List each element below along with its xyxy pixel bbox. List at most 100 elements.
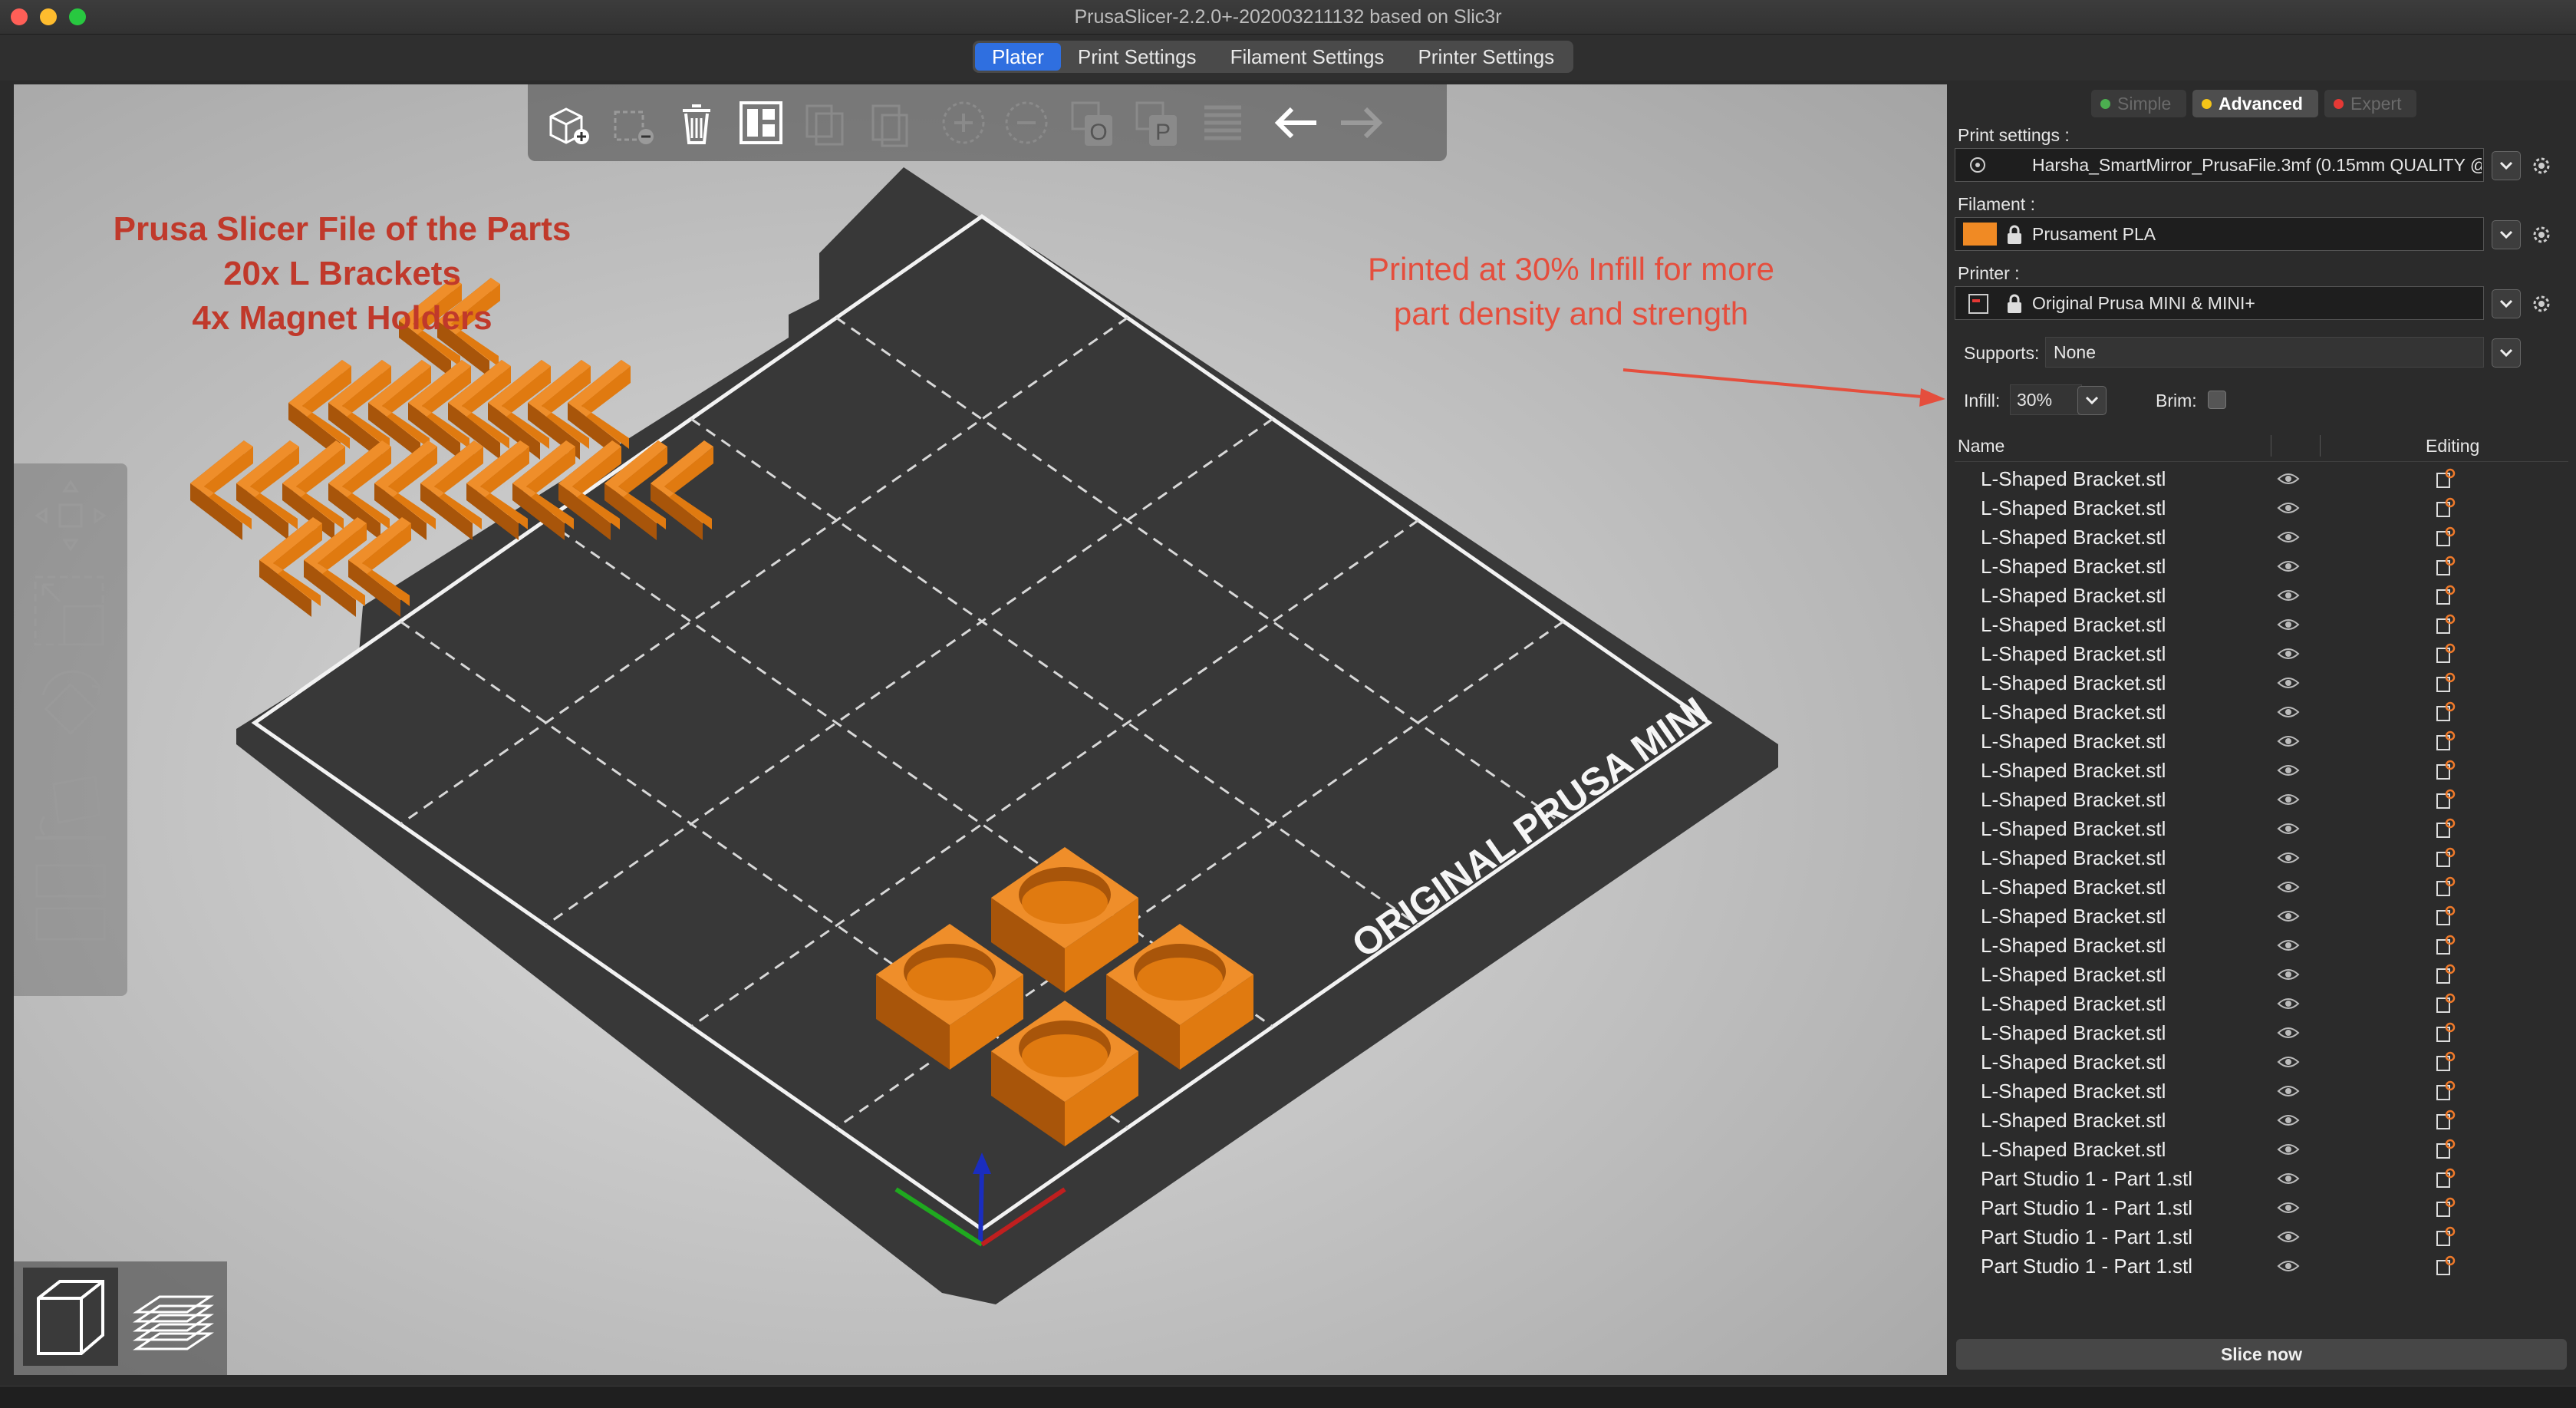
edit-settings-icon[interactable]	[2435, 1022, 2456, 1044]
eye-icon[interactable]	[2277, 1054, 2300, 1070]
list-item[interactable]: L-Shaped Bracket.stl	[1955, 814, 2568, 843]
add-object-icon[interactable]	[540, 95, 595, 150]
print-settings-dropdown[interactable]	[2492, 151, 2521, 180]
eye-icon[interactable]	[2277, 734, 2300, 749]
edit-settings-icon[interactable]	[2435, 701, 2456, 723]
redo-icon[interactable]	[1333, 95, 1388, 150]
list-item[interactable]: L-Shaped Bracket.stl	[1955, 1077, 2568, 1106]
edit-settings-icon[interactable]	[2435, 935, 2456, 956]
eye-icon[interactable]	[2277, 763, 2300, 778]
eye-icon[interactable]	[2277, 646, 2300, 661]
list-item[interactable]: L-Shaped Bracket.stl	[1955, 1047, 2568, 1077]
eye-icon[interactable]	[2277, 1229, 2300, 1245]
cut-icon[interactable]	[26, 858, 115, 947]
eye-icon[interactable]	[2277, 908, 2300, 924]
supports-dropdown[interactable]	[2492, 338, 2521, 368]
eye-icon[interactable]	[2277, 500, 2300, 516]
list-item[interactable]: L-Shaped Bracket.stl	[1955, 1018, 2568, 1047]
3d-view-icon[interactable]	[23, 1268, 118, 1366]
eye-icon[interactable]	[2277, 938, 2300, 953]
edit-settings-icon[interactable]	[2435, 1051, 2456, 1073]
mode-simple-button[interactable]: Simple	[2091, 90, 2186, 117]
list-item[interactable]: L-Shaped Bracket.stl	[1955, 1106, 2568, 1135]
name-column-header[interactable]: Name	[1958, 430, 2004, 461]
eye-icon[interactable]	[2277, 529, 2300, 545]
edit-settings-icon[interactable]	[2435, 1226, 2456, 1248]
3d-viewport[interactable]: ORIGINAL PRUSA MINI O P Prusa Slicer Fil…	[14, 84, 1947, 1375]
edit-settings-icon[interactable]	[2435, 468, 2456, 490]
eye-icon[interactable]	[2277, 850, 2300, 866]
printer-dropdown[interactable]	[2492, 289, 2521, 318]
list-item[interactable]: L-Shaped Bracket.stl	[1955, 668, 2568, 697]
list-item[interactable]: L-Shaped Bracket.stl	[1955, 610, 2568, 639]
eye-icon[interactable]	[2277, 675, 2300, 691]
eye-icon[interactable]	[2277, 1025, 2300, 1040]
split-objects-icon[interactable]: O	[1065, 95, 1120, 150]
list-item[interactable]: L-Shaped Bracket.stl	[1955, 843, 2568, 872]
move-icon[interactable]	[26, 471, 115, 560]
edit-settings-icon[interactable]	[2435, 993, 2456, 1014]
edit-settings-icon[interactable]	[2435, 730, 2456, 752]
edit-settings-icon[interactable]	[2435, 585, 2456, 606]
eye-icon[interactable]	[2277, 1142, 2300, 1157]
edit-settings-icon[interactable]	[2435, 556, 2456, 577]
paste-icon[interactable]	[862, 95, 917, 150]
supports-select[interactable]: None	[2045, 337, 2484, 368]
edit-settings-icon[interactable]	[2435, 643, 2456, 664]
edit-settings-icon[interactable]	[2435, 1197, 2456, 1218]
list-item[interactable]: L-Shaped Bracket.stl	[1955, 960, 2568, 989]
eye-icon[interactable]	[2277, 967, 2300, 982]
slice-now-button[interactable]: Slice now	[1956, 1339, 2567, 1370]
eye-icon[interactable]	[2277, 471, 2300, 486]
list-item[interactable]: L-Shaped Bracket.stl	[1955, 989, 2568, 1018]
list-item[interactable]: L-Shaped Bracket.stl	[1955, 697, 2568, 727]
list-item[interactable]: L-Shaped Bracket.stl	[1955, 523, 2568, 552]
list-item[interactable]: L-Shaped Bracket.stl	[1955, 581, 2568, 610]
list-item[interactable]: L-Shaped Bracket.stl	[1955, 785, 2568, 814]
eye-icon[interactable]	[2277, 617, 2300, 632]
list-item[interactable]: L-Shaped Bracket.stl	[1955, 902, 2568, 931]
eye-icon[interactable]	[2277, 996, 2300, 1011]
infill-select[interactable]: 30%	[2010, 384, 2082, 415]
remove-instance-icon[interactable]	[999, 95, 1054, 150]
layers-editing-icon[interactable]	[1195, 95, 1250, 150]
eye-icon[interactable]	[2277, 1258, 2300, 1274]
eye-icon[interactable]	[2277, 792, 2300, 807]
eye-icon[interactable]	[2277, 704, 2300, 720]
infill-dropdown[interactable]	[2077, 386, 2107, 415]
rotate-icon[interactable]	[26, 664, 115, 753]
edit-settings-icon[interactable]	[2435, 526, 2456, 548]
edit-settings-icon[interactable]	[2435, 1168, 2456, 1189]
filament-combo[interactable]: Prusament PLA	[1955, 217, 2484, 251]
tab-print-settings[interactable]: Print Settings	[1061, 43, 1214, 71]
list-item[interactable]: L-Shaped Bracket.stl	[1955, 756, 2568, 785]
list-item[interactable]: L-Shaped Bracket.stl	[1955, 872, 2568, 902]
add-instance-icon[interactable]	[936, 95, 991, 150]
edit-settings-icon[interactable]	[2435, 1255, 2456, 1277]
printer-combo[interactable]: Original Prusa MINI & MINI+	[1955, 286, 2484, 320]
edit-settings-icon[interactable]	[2435, 789, 2456, 810]
edit-settings-icon[interactable]	[2435, 847, 2456, 869]
edit-settings-icon[interactable]	[2435, 1110, 2456, 1131]
list-item[interactable]: L-Shaped Bracket.stl	[1955, 464, 2568, 493]
list-item[interactable]: Part Studio 1 - Part 1.stl	[1955, 1164, 2568, 1193]
arrange-icon[interactable]	[733, 95, 789, 150]
copy-icon[interactable]	[798, 95, 853, 150]
list-item[interactable]: Part Studio 1 - Part 1.stl	[1955, 1193, 2568, 1222]
filament-dropdown[interactable]	[2492, 220, 2521, 249]
mode-advanced-button[interactable]: Advanced	[2192, 90, 2318, 117]
delete-all-icon[interactable]	[669, 95, 724, 150]
edit-settings-icon[interactable]	[2435, 760, 2456, 781]
eye-icon[interactable]	[2277, 1113, 2300, 1128]
undo-icon[interactable]	[1269, 95, 1324, 150]
eye-icon[interactable]	[2277, 1200, 2300, 1215]
list-item[interactable]: L-Shaped Bracket.stl	[1955, 1135, 2568, 1164]
tab-plater[interactable]: Plater	[975, 43, 1061, 71]
gear-icon[interactable]	[2528, 222, 2555, 248]
split-parts-icon[interactable]: P	[1129, 95, 1184, 150]
eye-icon[interactable]	[2277, 1171, 2300, 1186]
edit-settings-icon[interactable]	[2435, 672, 2456, 694]
list-item[interactable]: L-Shaped Bracket.stl	[1955, 493, 2568, 523]
edit-settings-icon[interactable]	[2435, 1080, 2456, 1102]
list-item[interactable]: Part Studio 1 - Part 1.stl	[1955, 1251, 2568, 1281]
